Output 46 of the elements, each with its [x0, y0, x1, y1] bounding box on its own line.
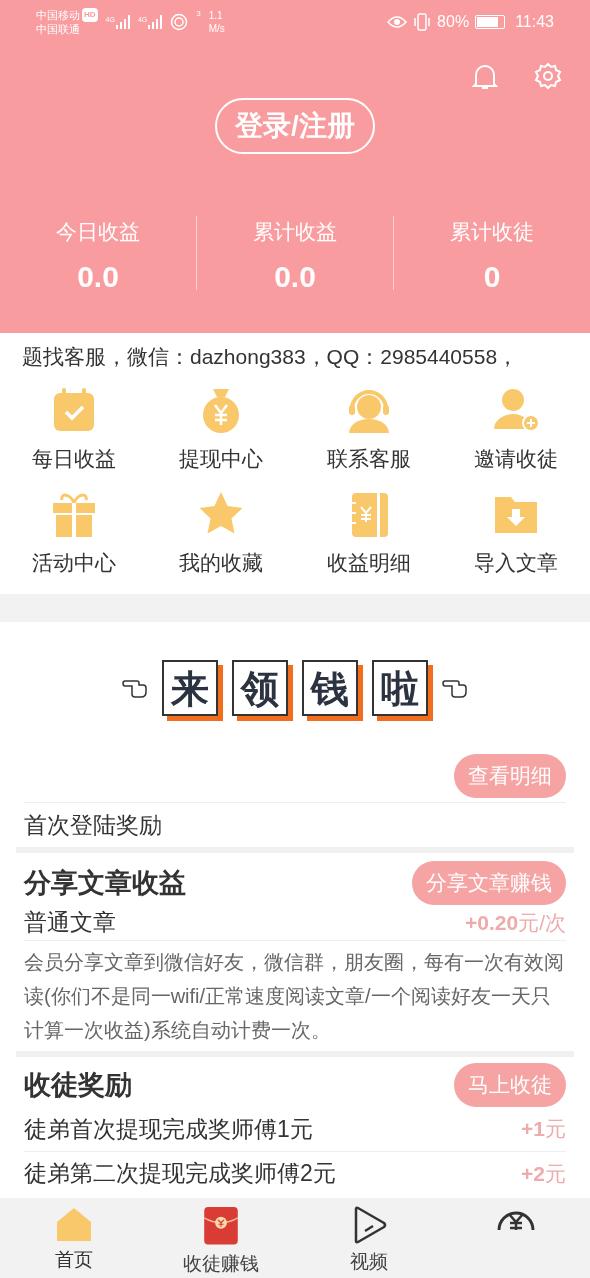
battery-icon — [475, 15, 506, 29]
network-speed-unit: M/s — [208, 22, 225, 35]
hotspot-icon — [170, 13, 189, 31]
section-title: 分享文章收益 — [24, 866, 186, 900]
home-icon — [54, 1206, 93, 1242]
stat-label: 累计收益 — [253, 219, 337, 245]
tab-bar-item[interactable]: 收徒赚钱 — [147, 1198, 295, 1278]
menu-item[interactable]: 每日收益 — [0, 385, 148, 475]
vibrate-icon — [413, 13, 432, 31]
reward-rule: 徒弟第二次提现完成奖师傅2元 — [24, 1159, 336, 1189]
reward-description: 会员分享文章到微信好友，微信群，朋友圈，每有一次有效阅读(你们不是同一wifi/正常速度阅读文章/一个阅读好友一天只计算一次收益)系统自动计费一次。 — [24, 950, 565, 1043]
stat-value: 0.0 — [77, 258, 119, 295]
network-speed: 1.1 — [208, 9, 224, 22]
reward-amount: +1元 — [521, 1116, 566, 1143]
menu-item[interactable]: 活动中心 — [0, 488, 148, 578]
reward-title: 首次登陆奖励 — [24, 810, 162, 840]
hotspot-count: 3 — [196, 8, 201, 20]
stat-label: 今日收益 — [56, 219, 140, 245]
clock-time: 11:43 — [515, 12, 554, 32]
eye-icon — [387, 15, 408, 29]
announcement-ticker: 题找客服，微信：dazhong383，QQ：2985440558， — [22, 344, 519, 371]
menu-item[interactable]: 导入文章 — [442, 488, 590, 578]
stat-value: 0.0 — [274, 258, 316, 295]
carrier-name: 中国移动 — [36, 8, 80, 22]
menu-item[interactable]: 联系客服 — [295, 385, 443, 475]
battery-percent: 80% — [437, 12, 470, 32]
menu-item[interactable]: 我的收藏 — [147, 488, 295, 578]
settings-icon[interactable] — [534, 62, 562, 90]
envelope-icon — [203, 1206, 240, 1246]
carrier-name: 中国联通 — [36, 22, 81, 36]
article-type: 普通文章 — [24, 908, 116, 938]
reward-amount: +2元 — [521, 1160, 566, 1187]
notification-bell-icon[interactable] — [472, 62, 498, 90]
menu-item[interactable]: 提现中心 — [147, 385, 295, 475]
tab-bar-item[interactable]: 首页 — [0, 1198, 148, 1278]
menu-item[interactable]: 邀请收徒 — [442, 385, 590, 475]
stat-value: 0 — [483, 258, 501, 295]
signal-icon — [115, 15, 130, 29]
tab-bar-item[interactable]: 视频 — [295, 1198, 443, 1278]
hd-badge: HD — [82, 8, 98, 22]
section-title: 收徒奖励 — [24, 1068, 132, 1102]
signal-icon — [148, 15, 163, 29]
stat-label: 累计收徒 — [450, 219, 534, 245]
menu-item[interactable]: 收益明细 — [295, 488, 443, 578]
reward-rule: 徒弟首次提现完成奖师傅1元 — [24, 1114, 313, 1144]
reward-amount: +0.20元/次 — [465, 909, 566, 936]
